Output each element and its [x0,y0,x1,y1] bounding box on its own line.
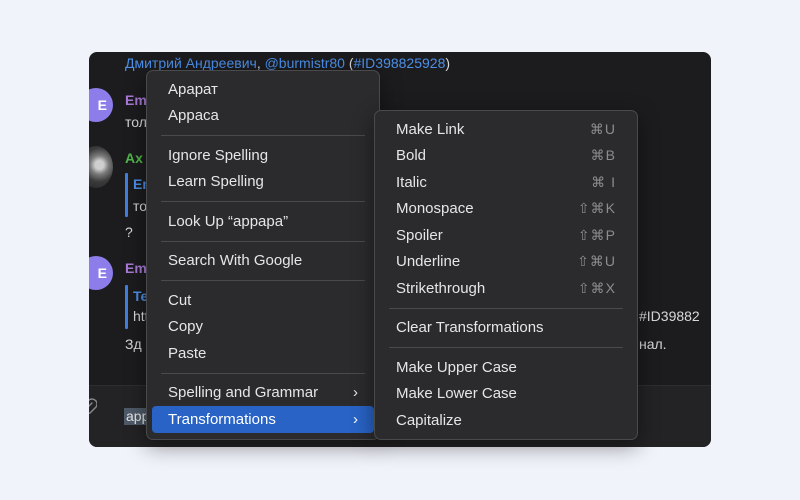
menu-item-cut[interactable]: Cut [152,287,374,314]
menu-item-clear-transformations[interactable]: Clear Transformations [380,315,632,342]
message-text: тол [125,114,147,130]
avatar[interactable]: E [89,256,113,290]
avatar-letter: E [97,97,107,113]
menu-item-label: Paste [168,344,207,362]
menu-item-make-lower-case[interactable]: Make Lower Case [380,381,632,408]
quote-bar [125,285,128,329]
shortcut-label: ⌘U [589,120,616,137]
menu-item-capitalize[interactable]: Capitalize [380,407,632,434]
shortcut-label: ⇧⌘X [577,279,616,296]
menu-item-label: Strikethrough [396,279,486,297]
menu-separator [389,307,623,309]
header-separator: , [256,55,261,71]
chevron-right-icon: › [353,410,358,428]
menu-item-label: Copy [168,318,204,336]
menu-separator [161,280,365,281]
shortcut-label: ⇧⌘U [577,253,616,270]
menu-item-paste[interactable]: Paste [152,340,374,367]
message-text-fragment: нал. [639,336,667,352]
menu-item-spelling-grammar[interactable]: Spelling and Grammar › [152,380,374,407]
chevron-right-icon: › [353,384,358,402]
context-menu: Арарат Appaca Ignore Spelling Learn Spel… [146,70,380,440]
menu-item-monospace[interactable]: Monospace ⇧⌘K [380,196,632,223]
shortcut-label: ⌘ I [591,173,616,190]
user-handle-link[interactable]: @burmistr80 [265,55,345,71]
menu-item-label: Appaca [168,107,219,125]
menu-item-ignore-spelling[interactable]: Ignore Spelling [152,142,374,169]
menu-item-label: Monospace [396,200,474,218]
menu-item-learn-spelling[interactable]: Learn Spelling [152,169,374,196]
menu-item-label: Spelling and Grammar [168,384,319,402]
menu-item-italic[interactable]: Italic ⌘ I [380,169,632,196]
menu-item-transformations[interactable]: Transformations › [152,406,374,433]
menu-item-make-upper-case[interactable]: Make Upper Case [380,354,632,381]
menu-item-label: Ignore Spelling [168,146,269,164]
menu-separator [161,240,365,242]
sender-name[interactable]: Em [125,260,147,276]
avatar-photo[interactable] [89,146,113,188]
menu-item-strikethrough[interactable]: Strikethrough ⇧⌘X [380,275,632,302]
menu-item-bold[interactable]: Bold ⌘B [380,143,632,170]
menu-separator [161,372,365,374]
message-header: Дмитрий Андреевич, @burmistr80 (#ID39882… [125,55,450,71]
menu-item-label: Cut [168,291,192,309]
menu-item-search-google[interactable]: Search With Google [152,248,374,275]
menu-item-label: Underline [396,253,461,271]
menu-separator [161,201,365,202]
avatar-letter: E [97,265,107,281]
menu-item-look-up[interactable]: Look Up “appapa” [152,208,374,235]
menu-item-label: Арарат [168,80,218,98]
menu-item-underline[interactable]: Underline ⇧⌘U [380,249,632,276]
user-name-link[interactable]: Дмитрий Андреевич [125,55,257,71]
menu-item-label: Make Link [396,120,465,138]
menu-item-label: Look Up “appapa” [168,212,289,230]
menu-separator [161,135,365,136]
menu-item-label: Search With Google [168,252,303,270]
avatar[interactable]: E [89,88,113,122]
user-id-link[interactable]: #ID398825928 [354,55,446,71]
menu-item-label: Transformations [168,410,276,428]
menu-item-make-link[interactable]: Make Link ⌘U [380,116,632,143]
paperclip-icon[interactable] [89,398,97,418]
header-paren-close: ) [445,55,451,71]
menu-item-label: Spoiler [396,226,443,244]
menu-separator [389,347,623,348]
message-text: ? [125,224,133,240]
quote-text: то [133,198,148,214]
menu-item-label: Make Lower Case [396,385,517,403]
menu-item-suggestion-appaca[interactable]: Appaca [152,103,374,130]
message-text: Зд [125,336,142,352]
shortcut-label: ⌘B [590,147,616,164]
menu-item-label: Make Upper Case [396,358,517,376]
sender-name[interactable]: Em [125,92,147,108]
sender-name[interactable]: Ах [125,150,143,166]
menu-item-label: Clear Transformations [396,319,544,337]
menu-item-label: Bold [396,147,427,165]
message-id-fragment: #ID39882 [639,308,700,324]
quote-bar [125,173,128,217]
shortcut-label: ⇧⌘P [577,226,616,243]
menu-item-label: Capitalize [396,411,462,429]
menu-item-suggestion-ararat[interactable]: Арарат [152,76,374,103]
transformations-submenu: Make Link ⌘U Bold ⌘B Italic ⌘ I Monospace ⇧⌘… [374,110,638,440]
menu-item-label: Learn Spelling [168,173,264,191]
menu-item-copy[interactable]: Copy [152,314,374,341]
menu-item-label: Italic [396,173,427,191]
menu-item-spoiler[interactable]: Spoiler ⇧⌘P [380,222,632,249]
shortcut-label: ⇧⌘K [577,200,616,217]
